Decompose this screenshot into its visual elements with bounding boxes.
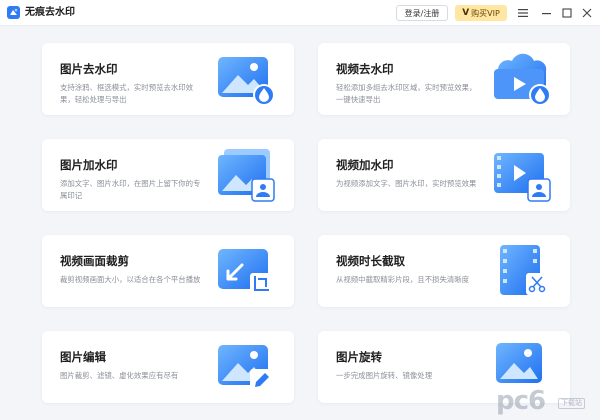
card-title: 视频时长截取: [336, 254, 405, 268]
card-description: 裁剪视频画面大小，以适合在各个平台播放: [60, 275, 201, 284]
vip-icon: V: [462, 8, 470, 18]
close-icon[interactable]: [580, 5, 594, 21]
login-register-label: 登录/注册: [404, 8, 440, 18]
card-title: 图片去水印: [60, 62, 118, 76]
feature-card-image-add-watermark[interactable]: 图片加水印 添加文字、图片水印，在图片上留下你的专属印记: [42, 139, 294, 211]
video-add-watermark-icon: [494, 153, 551, 202]
card-title: 图片加水印: [60, 158, 118, 172]
card-title: 图片旋转: [336, 350, 382, 364]
card-description: 图片裁剪、滤镜、虚化效果应有尽有: [60, 371, 179, 380]
feature-card-video-remove-watermark[interactable]: 视频去水印 轻松添加多组去水印区域，实时预览效果，一键快速导出: [318, 43, 570, 115]
app-title: 无痕去水印: [25, 7, 75, 18]
video-crop-icon: [218, 249, 272, 295]
watermark-subtitle: 下载站: [558, 398, 585, 409]
image-add-watermark-icon: [218, 149, 275, 202]
card-description: 添加文字、图片水印，在图片上留下你的专属印记: [60, 179, 201, 200]
image-edit-icon: [218, 345, 272, 391]
card-title: 图片编辑: [60, 350, 106, 364]
app-logo-icon: [7, 6, 20, 19]
maximize-icon[interactable]: [560, 5, 574, 21]
video-remove-watermark-icon: [494, 53, 551, 106]
minimize-icon[interactable]: [540, 5, 554, 21]
title-bar: 无痕去水印 登录/注册 V 购买VIP: [0, 0, 600, 26]
card-description: 轻松添加多组去水印区域，实时预览效果，一键快速导出: [336, 83, 477, 104]
watermark-logo-text: pc6: [496, 386, 546, 416]
site-watermark: pc6 下载站: [496, 386, 592, 416]
image-remove-watermark-icon: [218, 57, 275, 106]
feature-card-image-remove-watermark[interactable]: 图片去水印 支持涂鸦、框选模式，实时预览去水印效果，轻松处理与导出: [42, 43, 294, 115]
card-description: 支持涂鸦、框选模式，实时预览去水印效果，轻松处理与导出: [60, 83, 194, 104]
card-title: 视频加水印: [336, 158, 394, 172]
feature-card-image-edit[interactable]: 图片编辑 图片裁剪、滤镜、虚化效果应有尽有: [42, 331, 294, 403]
feature-card-video-crop[interactable]: 视频画面裁剪 裁剪视频画面大小，以适合在各个平台播放: [42, 235, 294, 307]
feature-card-video-add-watermark[interactable]: 视频加水印 为视频添加文字、图片水印，实时预览效果: [318, 139, 570, 211]
card-description: 从视频中截取精彩片段，且不损失清晰度: [336, 275, 470, 284]
card-title: 视频去水印: [336, 62, 394, 76]
buy-vip-button[interactable]: V 购买VIP: [455, 5, 507, 21]
card-title: 视频画面裁剪: [60, 254, 129, 268]
card-description: 一步完成图片旋转、镜像处理: [336, 371, 433, 380]
card-description: 为视频添加文字、图片水印，实时预览效果: [336, 179, 477, 188]
buy-vip-label: 购买VIP: [471, 8, 500, 18]
login-register-button[interactable]: 登录/注册: [396, 5, 448, 21]
menu-icon[interactable]: [516, 5, 530, 21]
video-trim-icon: [500, 245, 548, 295]
feature-card-video-trim[interactable]: 视频时长截取 从视频中截取精彩片段，且不损失清晰度: [318, 235, 570, 307]
